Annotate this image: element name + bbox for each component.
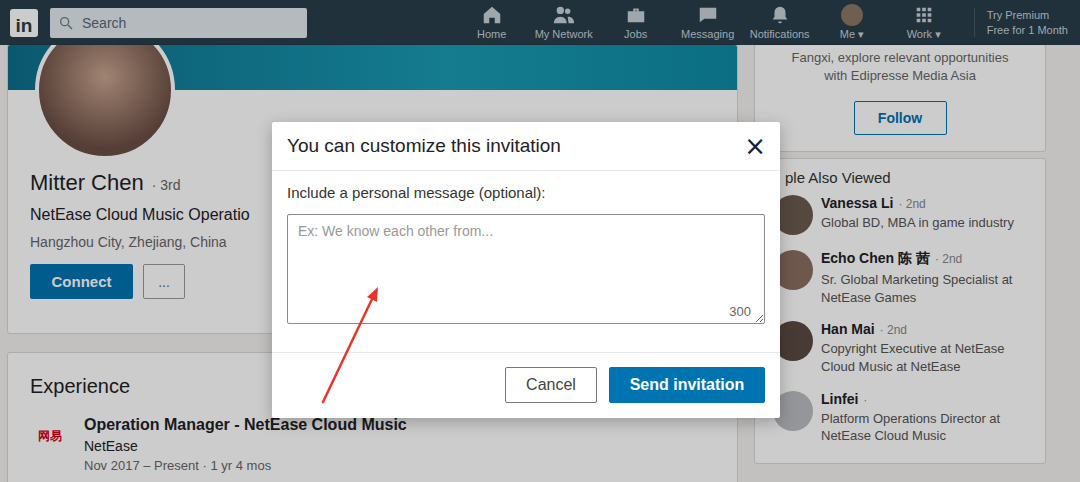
red-arrow-icon [0,0,1080,482]
send-invitation-button[interactable]: Send invitation [609,367,765,403]
dialog-header: You can customize this invitation × [272,122,780,171]
cancel-button[interactable]: Cancel [505,367,597,403]
message-field: 300 [287,214,765,324]
dialog-footer: Cancel Send invitation [272,352,780,418]
dialog-body: Include a personal message (optional): 30… [272,171,780,352]
linkedin-page: inHomeMy NetworkJobsMessagingNotificatio… [0,0,1080,482]
invitation-dialog: You can customize this invitation × Includ… [272,122,780,418]
close-button[interactable]: × [740,133,770,159]
modal-backdrop[interactable]: You can customize this invitation × Includ… [0,0,1080,482]
message-textarea[interactable] [287,214,765,324]
message-label: Include a personal message (optional): [287,183,765,203]
character-counter: 300 [729,304,751,319]
dialog-title: You can customize this invitation [287,135,561,157]
